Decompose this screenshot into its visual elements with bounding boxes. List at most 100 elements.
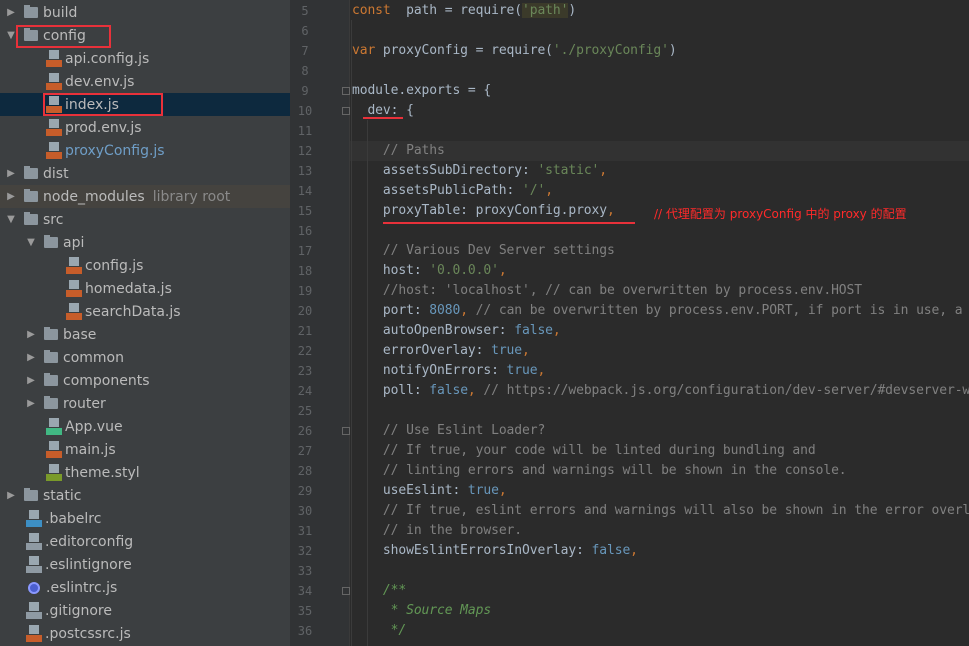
fold-marker-icon[interactable]: [342, 107, 350, 115]
code-token: true: [506, 363, 538, 378]
code-token: // https://webpack.js.org/configuration/…: [483, 383, 969, 398]
tree-item-label: prod.env.js: [65, 119, 142, 136]
tree-item-label: App.vue: [65, 418, 123, 435]
collapsed-arrow-icon[interactable]: ▶: [26, 329, 36, 340]
code-token: '/': [522, 183, 546, 198]
fold-marker-icon[interactable]: [342, 87, 350, 95]
folder-icon: [44, 235, 58, 248]
tree-item-dist[interactable]: ▶ dist: [0, 162, 290, 185]
code-token: useEslint:: [352, 483, 468, 498]
js-file-icon: [66, 280, 82, 297]
collapsed-arrow-icon[interactable]: ▶: [6, 490, 16, 501]
code-token: const: [352, 3, 391, 18]
tree-item-main-js[interactable]: main.js: [0, 438, 290, 461]
code-line: host: '0.0.0.0',: [352, 261, 507, 281]
tree-item-eslintignore[interactable]: .eslintignore: [0, 553, 290, 576]
code-line: // in the browser.: [352, 521, 522, 541]
fold-marker-icon[interactable]: [342, 427, 350, 435]
text-file-icon: [26, 533, 42, 550]
line-number: 33: [297, 564, 313, 578]
tree-item-label: searchData.js: [85, 303, 181, 320]
tree-item-src[interactable]: ▼ src: [0, 208, 290, 231]
line-number: 18: [297, 264, 313, 278]
tree-item-router[interactable]: ▶ router: [0, 392, 290, 415]
collapsed-arrow-icon[interactable]: ▶: [26, 398, 36, 409]
tree-item-label: static: [43, 487, 82, 504]
tree-item-label: .eslintignore: [45, 556, 132, 573]
code-line: var proxyConfig = require('./proxyConfig…: [352, 41, 677, 61]
code-line: proxyTable: proxyConfig.proxy,: [352, 201, 615, 221]
tree-item-searchdata-js[interactable]: searchData.js: [0, 300, 290, 323]
tree-item-babelrc[interactable]: .babelrc: [0, 507, 290, 530]
tree-item-label: src: [43, 211, 64, 228]
tree-item-homedata-js[interactable]: homedata.js: [0, 277, 290, 300]
line-number: 7: [301, 44, 309, 58]
code-token: ,: [498, 263, 507, 278]
code-token: //host: 'localhost', // can be overwritt…: [382, 283, 862, 298]
tree-item-proxyconfig-js[interactable]: proxyConfig.js: [0, 139, 290, 162]
tree-item-build[interactable]: ▶ build: [0, 1, 290, 24]
tree-item-editorconfig[interactable]: .editorconfig: [0, 530, 290, 553]
collapsed-arrow-icon[interactable]: ▶: [6, 168, 16, 179]
line-number: 6: [301, 24, 309, 38]
tree-item-gitignore[interactable]: .gitignore: [0, 599, 290, 622]
code-editor[interactable]: 5 6 7 8 9 10 11 12 13 14 15 16 17 18 19 20 21 22 23 24 25 26 2…: [290, 0, 969, 646]
code-line: * Source Maps: [352, 601, 492, 621]
tree-item-eslintrc-js[interactable]: .eslintrc.js: [0, 576, 290, 599]
line-number: 27: [297, 444, 313, 458]
folder-icon: [44, 396, 58, 409]
line-gutter: 5 6 7 8 9 10 11 12 13 14 15 16 17 18 19 20 21 22 23 24 25 26 2…: [290, 0, 350, 646]
code-token: ,: [467, 383, 476, 398]
tree-item-postcssrc-js[interactable]: .postcssrc.js: [0, 622, 290, 645]
code-token: host:: [352, 263, 430, 278]
tree-item-label: dev.env.js: [65, 73, 135, 90]
tree-item-components[interactable]: ▶ components: [0, 369, 290, 392]
code-token: // in the browser.: [382, 523, 523, 538]
expanded-arrow-icon[interactable]: ▼: [6, 30, 16, 41]
code-line: autoOpenBrowser: false,: [352, 321, 561, 341]
tree-item-dev-env-js[interactable]: dev.env.js: [0, 70, 290, 93]
code-token: // Various Dev Server settings: [382, 243, 615, 258]
tree-item-node-modules[interactable]: ▶ node_modules library root: [0, 185, 290, 208]
code-line: // Various Dev Server settings: [352, 241, 615, 261]
collapsed-arrow-icon[interactable]: ▶: [26, 352, 36, 363]
line-number: 12: [297, 144, 313, 158]
tree-item-theme-styl[interactable]: theme.styl: [0, 461, 290, 484]
tree-item-api[interactable]: ▼ api: [0, 231, 290, 254]
tree-item-config-js[interactable]: config.js: [0, 254, 290, 277]
tree-item-app-vue[interactable]: App.vue: [0, 415, 290, 438]
collapsed-arrow-icon[interactable]: ▶: [6, 191, 16, 202]
line-number: 25: [297, 404, 313, 418]
line-number: 21: [297, 324, 313, 338]
collapsed-arrow-icon[interactable]: ▶: [26, 375, 36, 386]
collapsed-arrow-icon[interactable]: ▶: [6, 7, 16, 18]
code-token: // If true, your code will be linted dur…: [382, 443, 816, 458]
line-number: 32: [297, 544, 313, 558]
line-number: 8: [301, 64, 309, 78]
folder-icon: [24, 488, 38, 501]
line-number: 17: [297, 244, 313, 258]
code-token: '0.0.0.0': [429, 263, 499, 278]
tree-item-common[interactable]: ▶ common: [0, 346, 290, 369]
code-token: ,: [599, 163, 608, 178]
tree-item-api-config-js[interactable]: api.config.js: [0, 47, 290, 70]
code-token: ,: [498, 483, 507, 498]
code-line: // If true, eslint errors and warnings w…: [352, 501, 969, 521]
code-line: notifyOnErrors: true,: [352, 361, 545, 381]
code-token: proxyConfig = require(: [375, 43, 553, 58]
tree-item-static[interactable]: ▶ static: [0, 484, 290, 507]
expanded-arrow-icon[interactable]: ▼: [26, 237, 36, 248]
code-token: // Paths: [382, 143, 445, 158]
expanded-arrow-icon[interactable]: ▼: [6, 214, 16, 225]
tree-item-base[interactable]: ▶ base: [0, 323, 290, 346]
tree-item-prod-env-js[interactable]: prod.env.js: [0, 116, 290, 139]
code-token: showEslintErrorsInOverlay:: [352, 543, 592, 558]
fold-marker-icon[interactable]: [342, 587, 350, 595]
code-token: // Use Eslint Loader?: [382, 423, 546, 438]
line-number: 15: [297, 204, 313, 218]
